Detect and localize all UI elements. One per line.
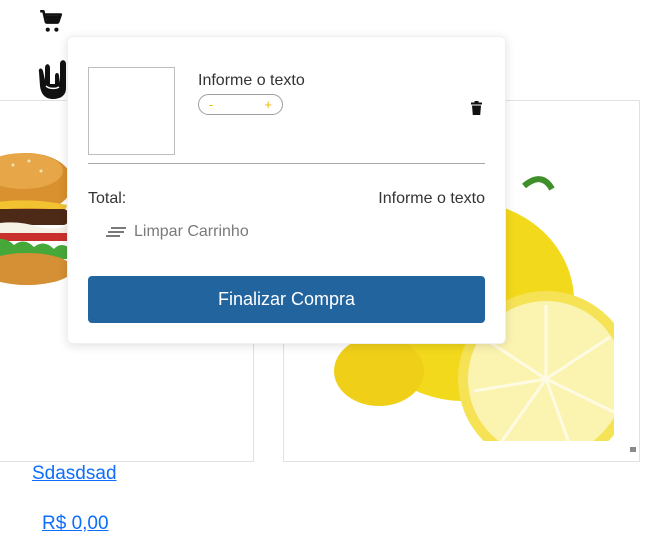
trash-icon[interactable] [471, 101, 482, 115]
clear-list-icon [106, 227, 126, 237]
cart-item-name: Informe o texto [198, 72, 305, 89]
total-label: Total: [88, 190, 127, 207]
decrement-button[interactable]: - [209, 97, 213, 112]
clear-cart-button[interactable]: Limpar Carrinho [106, 223, 249, 241]
total-value: Informe o texto [378, 190, 485, 207]
product-name-link[interactable]: Sdasdsad [32, 463, 117, 485]
quantity-stepper[interactable]: - + [198, 94, 283, 115]
shopping-cart-icon[interactable] [38, 8, 64, 34]
increment-button[interactable]: + [264, 97, 272, 112]
cart-item-thumbnail [88, 67, 175, 155]
product-image [0, 153, 71, 285]
scrollbar-handle[interactable] [630, 447, 636, 452]
product-price-link[interactable]: R$ 0,00 [42, 513, 109, 535]
divider [88, 163, 485, 164]
cart-popover: Informe o texto - + Total: Informe o tex… [67, 36, 506, 344]
rock-hand-logo[interactable] [36, 56, 70, 100]
clear-cart-label: Limpar Carrinho [134, 223, 249, 240]
checkout-button[interactable]: Finalizar Compra [88, 276, 485, 323]
